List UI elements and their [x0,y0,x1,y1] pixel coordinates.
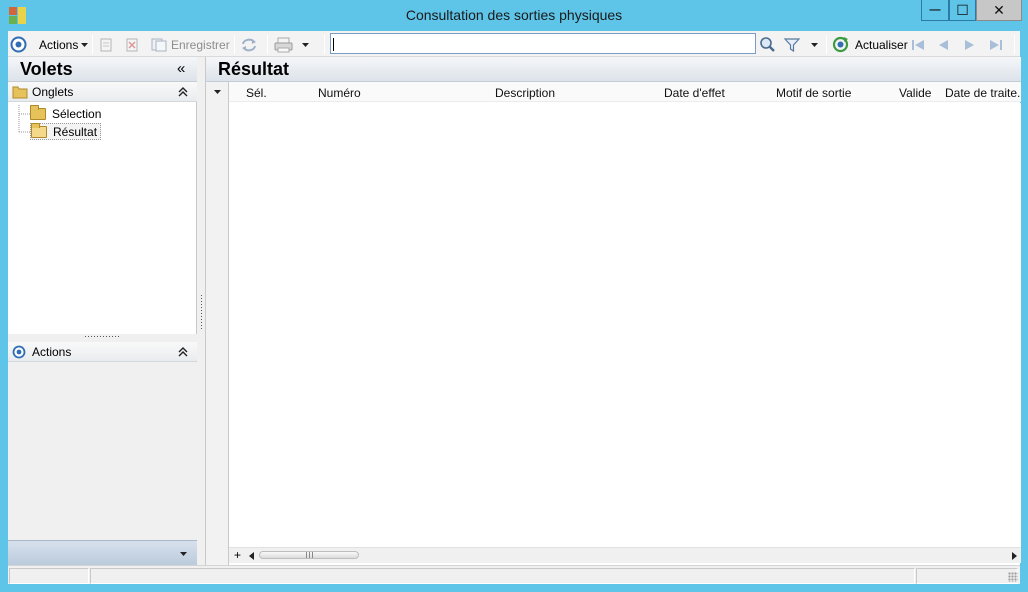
sync-button[interactable] [240,35,258,54]
column-header-sel[interactable]: Sél. [246,84,267,102]
chevron-down-icon [302,42,309,47]
tabs-section-header[interactable]: Onglets [8,82,197,102]
delete-button[interactable] [125,35,139,54]
tab-result-label: Résultat [53,124,98,139]
side-panel-header: Volets « [8,57,197,82]
column-header-date-effet[interactable]: Date d'effet [664,84,725,102]
next-icon [965,39,974,50]
result-panel-header: Résultat [206,57,1021,82]
maximize-icon: ☐ [956,1,969,18]
settings-icon [12,345,26,359]
folder-icon [30,104,46,120]
column-header-valide[interactable]: Valide [899,84,931,102]
resize-grip-icon[interactable] [1008,572,1018,582]
save-label: Enregistrer [171,37,230,52]
close-icon: ✕ [993,1,1005,18]
chevron-up-double-icon[interactable] [178,347,188,357]
section-splitter[interactable] [8,334,197,342]
print-button[interactable] [274,35,310,54]
tree-lines [18,105,30,133]
settings-button[interactable] [10,35,27,54]
grid-body[interactable] [229,103,1021,547]
actions-section-title: Actions [32,345,72,359]
close-button[interactable]: ✕ [976,0,1022,21]
scroll-left-icon[interactable] [249,552,255,560]
tab-selection-label: Sélection [52,106,102,121]
client-area: Actions Enregistrer Actualiser Volets « … [8,31,1021,584]
tab-selection[interactable]: Sélection [30,104,102,122]
grid-row-gutter [206,82,229,567]
side-panel-title: Volets [20,59,73,79]
column-header-numero[interactable]: Numéro [318,84,361,102]
side-panel: Volets « Onglets Sélection Résultat Acti… [8,57,197,567]
grip-icon [201,295,202,331]
refresh-button[interactable]: Actualiser [832,35,908,54]
print-icon [274,37,293,52]
tab-result[interactable]: Résultat [30,122,102,140]
chevron-up-double-icon[interactable] [178,87,188,97]
next-record-button[interactable] [963,35,977,54]
window-title: Consultation des sorties physiques [405,7,623,23]
column-header-date-traitement[interactable]: Date de traite. [945,84,1021,102]
search-button[interactable] [759,35,776,54]
search-input[interactable] [330,33,756,54]
minimize-button[interactable]: — [921,0,949,21]
refresh-icon [832,36,849,53]
result-panel: Résultat Sél. Numéro Description Date d'… [205,57,1021,567]
save-icon [151,38,167,52]
tabs-section-title: Onglets [32,85,74,99]
text-caret [333,38,334,51]
status-cell [90,568,915,584]
chevron-down-icon[interactable] [213,89,222,95]
filter-icon [784,37,800,52]
previous-record-button[interactable] [936,35,950,54]
delete-icon [126,38,138,51]
refresh-label: Actualiser [855,37,908,52]
new-icon [100,38,112,51]
status-cell [916,568,1018,584]
collapse-panel-icon[interactable]: « [177,60,185,77]
save-button[interactable]: Enregistrer [151,35,230,54]
actions-menu-button[interactable]: Actions [39,35,89,54]
folder-open-icon [31,122,47,138]
first-icon [912,39,924,50]
scroll-right-icon[interactable] [1011,552,1017,560]
settings-icon [10,36,27,53]
prev-icon [939,39,948,50]
status-bar [8,565,1020,584]
actions-section-body [8,362,197,540]
sync-icon [242,38,256,51]
grip-icon [85,336,121,337]
last-record-button[interactable] [988,35,1004,54]
minimize-icon: — [929,4,941,16]
panel-overflow-strip[interactable] [8,540,197,567]
chevron-down-icon [180,552,187,556]
first-record-button[interactable] [910,35,926,54]
app-window: Consultation des sorties physiques — ☐ ✕… [0,0,1028,592]
new-button[interactable] [99,35,113,54]
horizontal-scrollbar[interactable]: + [229,547,1021,563]
filter-button[interactable] [784,35,819,54]
folder-icon [12,86,28,99]
search-icon [760,37,775,52]
maximize-button[interactable]: ☐ [949,0,976,21]
status-cell [9,568,89,584]
actions-menu-label: Actions [39,37,79,52]
toolbar: Actions Enregistrer Actualiser [8,31,1020,57]
last-icon [990,39,1002,50]
column-header-description[interactable]: Description [495,84,555,102]
expand-icon[interactable]: + [234,548,241,562]
chevron-down-icon [811,42,818,47]
chevron-down-icon [81,42,89,47]
column-header-motif-sortie[interactable]: Motif de sortie [776,84,851,102]
result-panel-title: Résultat [218,59,290,79]
actions-section-header[interactable]: Actions [8,342,197,362]
scrollbar-thumb[interactable] [259,551,359,559]
title-bar[interactable]: Consultation des sorties physiques — ☐ ✕ [0,0,1028,31]
